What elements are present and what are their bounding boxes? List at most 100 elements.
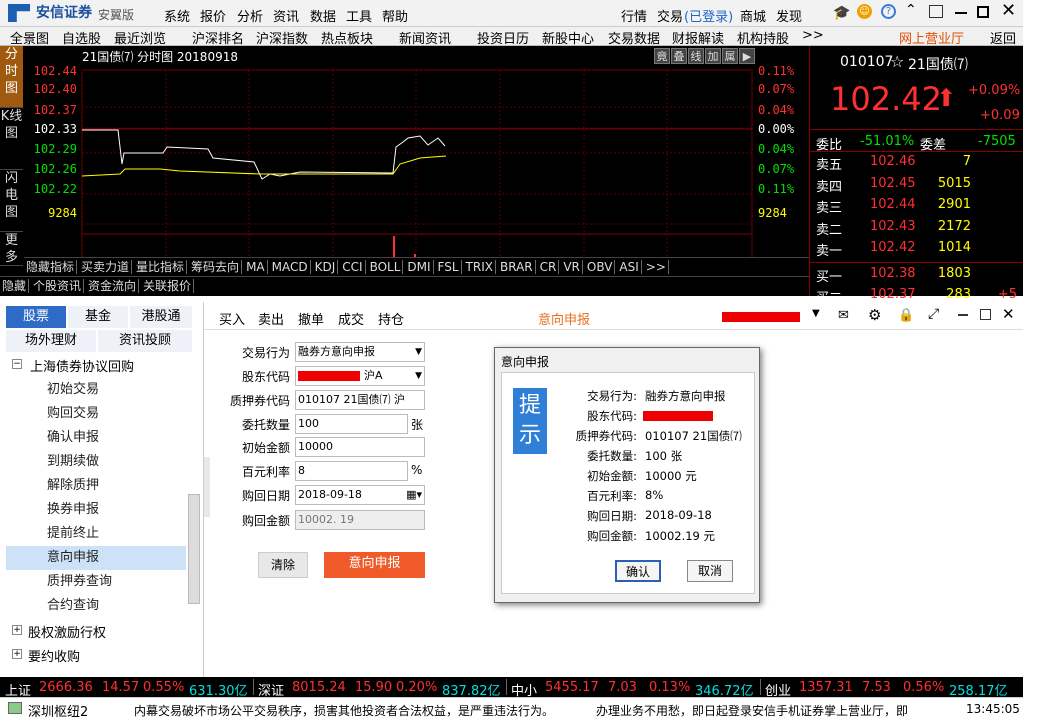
calendar-icon[interactable]: ▦▾ <box>406 486 422 504</box>
nav-item-2[interactable]: 确认申报 <box>6 426 186 450</box>
collapse-icon[interactable]: ⌃ <box>905 2 917 18</box>
toolbar-item-0[interactable]: 全景图 <box>10 28 49 47</box>
service-icon[interactable]: ☺ <box>857 4 872 19</box>
trade-tab-3[interactable]: 成交 <box>338 309 364 328</box>
star-icon[interactable]: ☆ <box>890 52 904 71</box>
menu-4[interactable]: 数据 <box>310 6 336 25</box>
menu-1[interactable]: 报价 <box>200 6 226 25</box>
dropdown-icon[interactable]: ▼ <box>812 308 820 319</box>
server-name[interactable]: 深圳枢纽2 <box>28 701 88 720</box>
lock-icon[interactable]: 🔒 <box>898 308 914 323</box>
orderbook-price[interactable]: 102.37 <box>870 287 916 302</box>
menu-5[interactable]: 工具 <box>346 6 372 25</box>
nav-item-1[interactable]: 购回交易 <box>6 402 186 426</box>
toolbar-item-4[interactable]: 沪深指数 <box>256 28 308 47</box>
indicator-tab-2[interactable]: 量比指标 <box>134 260 188 274</box>
panel-restore-icon[interactable] <box>980 309 991 320</box>
settings-icon[interactable]: ⚙ <box>868 306 881 324</box>
field-input-2[interactable]: 010107 21国债⑺ 沪 <box>295 390 425 410</box>
mail-icon[interactable]: ✉ <box>838 308 849 323</box>
toolbar-item-14[interactable]: 返回 <box>990 28 1016 47</box>
graduate-icon[interactable]: 🎓 <box>833 5 850 21</box>
orderbook-price[interactable]: 102.44 <box>870 197 916 212</box>
maximize-icon[interactable] <box>977 6 989 18</box>
indicator-tab-4[interactable]: MA <box>244 260 268 274</box>
indicator-tab-12[interactable]: BRAR <box>497 260 536 274</box>
combo-arrow-icon[interactable]: ▼ <box>415 367 422 385</box>
toolbar-item-12[interactable]: >> <box>802 28 824 43</box>
trade-tab-0[interactable]: 买入 <box>219 309 245 328</box>
close-icon[interactable]: ✕ <box>1001 0 1016 21</box>
menu-mall[interactable]: 商城 <box>740 6 766 25</box>
menu-3[interactable]: 资讯 <box>273 6 299 25</box>
orderbook-price[interactable]: 102.45 <box>870 176 916 191</box>
indicator-tab-7[interactable]: CCI <box>340 260 366 274</box>
help-icon[interactable]: ? <box>881 4 896 19</box>
orderbook-price[interactable]: 102.42 <box>870 240 916 255</box>
tab-otc-wealth[interactable]: 场外理财 <box>6 330 96 352</box>
field-input-5[interactable]: 8 <box>295 461 408 481</box>
nav-item-8[interactable]: 质押券查询 <box>6 570 186 594</box>
field-input-4[interactable]: 10000 <box>295 437 425 457</box>
field-input-3[interactable]: 100 <box>295 414 408 434</box>
nav-item-3[interactable]: 到期续做 <box>6 450 186 474</box>
nav-item-5[interactable]: 换券申报 <box>6 498 186 522</box>
indicator-tab-5[interactable]: MACD <box>269 260 311 274</box>
clear-button[interactable]: 清除 <box>258 552 308 578</box>
trade-tab-2[interactable]: 撤单 <box>298 309 324 328</box>
layout-icon[interactable] <box>929 5 943 18</box>
tree-expand-icon[interactable]: + <box>12 625 22 635</box>
orderbook-price[interactable]: 102.38 <box>870 266 916 281</box>
submit-intent-button[interactable]: 意向申报 <box>324 552 425 578</box>
indicator-tab-3[interactable]: 筹码去向 <box>189 260 243 274</box>
toolbar-item-2[interactable]: 最近浏览 <box>114 28 166 47</box>
toolbar-item-10[interactable]: 财报解读 <box>672 28 724 47</box>
info-tab-0[interactable]: 隐藏 <box>0 279 30 293</box>
toolbar-item-9[interactable]: 交易数据 <box>608 28 660 47</box>
tab-stocks[interactable]: 股票 <box>6 306 66 328</box>
info-tab-2[interactable]: 资金流向 <box>86 279 140 293</box>
indicator-tab-10[interactable]: FSL <box>435 260 462 274</box>
toolbar-item-8[interactable]: 新股中心 <box>542 28 594 47</box>
tab-advisory[interactable]: 资讯投顾 <box>98 330 192 352</box>
dialog-cancel-button[interactable]: 取消 <box>687 560 733 582</box>
indicator-tab-16[interactable]: ASI <box>617 260 642 274</box>
nav-item-4[interactable]: 解除质押 <box>6 474 186 498</box>
dialog-confirm-button[interactable]: 确认 <box>615 560 661 582</box>
toolbar-item-7[interactable]: 投资日历 <box>477 28 529 47</box>
indicator-tab-8[interactable]: BOLL <box>367 260 404 274</box>
nav-scrollbar[interactable] <box>188 494 200 604</box>
panel-close-icon[interactable]: ✕ <box>1002 305 1015 323</box>
menu-0[interactable]: 系统 <box>164 6 190 25</box>
trade-tab-4[interactable]: 持仓 <box>378 309 404 328</box>
info-tab-3[interactable]: 关联报价 <box>141 279 195 293</box>
panel-minimize-icon[interactable] <box>958 314 968 316</box>
collapse-tree-icon[interactable]: − <box>12 359 22 369</box>
toolbar-item-6[interactable]: 新闻资讯 <box>399 28 451 47</box>
menu-quote[interactable]: 行情 <box>621 6 647 25</box>
indicator-tab-6[interactable]: KDJ <box>312 260 339 274</box>
indicator-tab-9[interactable]: DMI <box>405 260 434 274</box>
tree-section-title[interactable]: 上海债券协议回购 <box>30 356 134 375</box>
indicator-tab-1[interactable]: 买卖力道 <box>79 260 133 274</box>
tab-funds[interactable]: 基金 <box>68 306 128 328</box>
nav-item-0[interactable]: 初始交易 <box>6 378 186 402</box>
field-input-6[interactable]: 2018-09-18 ▦▾ <box>295 485 425 505</box>
toolbar-item-1[interactable]: 自选股 <box>62 28 101 47</box>
nav-item-6[interactable]: 提前终止 <box>6 522 186 546</box>
field-input-1[interactable]: 沪A ▼ <box>295 366 425 386</box>
indicator-tab-11[interactable]: TRIX <box>463 260 496 274</box>
indicator-tab-14[interactable]: VR <box>561 260 583 274</box>
info-tab-1[interactable]: 个股资讯 <box>31 279 85 293</box>
menu-2[interactable]: 分析 <box>237 6 263 25</box>
orderbook-price[interactable]: 102.46 <box>870 154 916 169</box>
menu-6[interactable]: 帮助 <box>382 6 408 25</box>
tab-hk-connect[interactable]: 港股通 <box>130 306 192 328</box>
nav-item-7[interactable]: 意向申报 <box>6 546 186 570</box>
indicator-tab-13[interactable]: CR <box>537 260 560 274</box>
menu-discover[interactable]: 发现 <box>776 6 802 25</box>
splitter-handle[interactable] <box>204 457 210 517</box>
toolbar-item-5[interactable]: 热点板块 <box>321 28 373 47</box>
toolbar-item-3[interactable]: 沪深排名 <box>192 28 244 47</box>
tree-expand-icon[interactable]: + <box>12 649 22 659</box>
